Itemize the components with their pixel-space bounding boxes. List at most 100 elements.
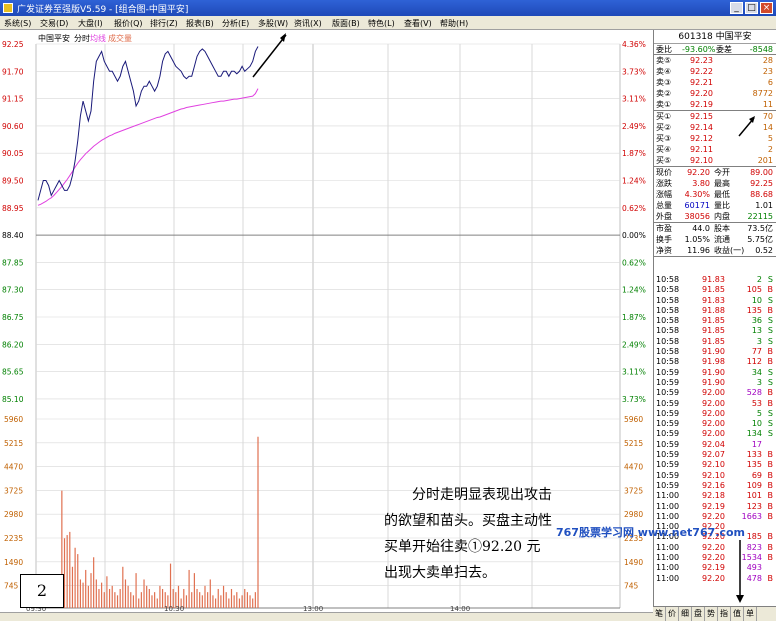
fund-label: 市盈 xyxy=(656,224,672,233)
bid-price: 92.11 xyxy=(690,145,713,154)
tick-time: 11:00 xyxy=(656,501,680,511)
tick-price: 91.90 xyxy=(702,377,725,387)
chart-mode-label: 分时 xyxy=(74,33,90,43)
tick-price: 92.16 xyxy=(702,480,725,490)
stat-row: 涨幅 4.30% 最低 88.68 xyxy=(654,189,776,200)
menu-system[interactable]: 系统(S) xyxy=(4,18,31,29)
tick-side: B xyxy=(767,398,774,408)
tick-volume: 10 xyxy=(751,419,762,429)
chart-vol-label: 成交量 xyxy=(108,33,132,43)
tick-time: 11:00 xyxy=(656,573,680,583)
tick-side: B xyxy=(767,511,774,521)
price-tick-label: 92.25 xyxy=(2,40,24,49)
ask-volume: 11 xyxy=(762,100,773,109)
tick-price: 92.19 xyxy=(702,501,725,511)
tick-time: 10:59 xyxy=(656,480,680,490)
tick-side: B xyxy=(767,470,774,480)
bottom-tab-1[interactable]: 价 xyxy=(666,607,679,621)
tick-volume: 123 xyxy=(746,501,762,511)
tick-time: 11:00 xyxy=(656,542,680,552)
price-tick-label: 88.95 xyxy=(2,204,24,213)
menu-quote[interactable]: 报价(Q) xyxy=(114,18,143,29)
bottom-tab-0[interactable]: 笔 xyxy=(653,607,666,621)
price-tick-label: 91.15 xyxy=(2,95,24,104)
bottom-tabs: 笔价细盘势指值单 xyxy=(653,606,776,621)
time-tick-label: 13:00 xyxy=(303,605,323,612)
tick-time: 10:59 xyxy=(656,408,680,418)
tick-time: 10:58 xyxy=(656,336,680,346)
tick-row: 10:59 92.10 69 B xyxy=(654,471,776,481)
fund-label-2: 流通 xyxy=(714,235,730,244)
tick-volume: 10 xyxy=(751,295,762,305)
tick-row: 11:00 92.20 823 B xyxy=(654,543,776,553)
bid-volume: 201 xyxy=(757,156,773,165)
vol-tick-label: 5960 xyxy=(4,415,23,424)
ask-label: 卖① xyxy=(656,100,672,109)
menu-trade[interactable]: 交易(D) xyxy=(40,18,68,29)
menu-layout[interactable]: 版面(B) xyxy=(332,18,360,29)
fund-row: 净资 11.96 收益(一) 0.52 xyxy=(654,245,776,256)
maximize-button[interactable]: □ xyxy=(745,2,758,14)
bid-row: 买④ 92.11 2 xyxy=(654,144,776,155)
fundamentals-block: 市盈 44.0 股本 73.5亿 换手 1.05% 流通 5.75亿 净资 11.96 收益(一) 0… xyxy=(654,223,776,256)
bottom-tab-6[interactable]: 值 xyxy=(731,607,744,621)
bottom-tab-5[interactable]: 指 xyxy=(718,607,731,621)
vol-tick-label-right: 5960 xyxy=(624,415,643,424)
bottom-tab-2[interactable]: 细 xyxy=(679,607,692,621)
ask-row: 卖① 92.19 11 xyxy=(654,99,776,110)
menu-feature[interactable]: 特色(L) xyxy=(368,18,395,29)
menu-report[interactable]: 报表(B) xyxy=(186,18,214,29)
price-tick-label: 86.20 xyxy=(2,340,24,349)
stat-label-2: 最低 xyxy=(714,190,730,199)
tick-price: 91.88 xyxy=(702,305,725,315)
tick-row: 10:58 91.85 13 S xyxy=(654,326,776,336)
menu-multi[interactable]: 多股(W) xyxy=(258,18,288,29)
tick-side: S xyxy=(767,419,773,429)
bottom-tab-7[interactable]: 单 xyxy=(744,607,757,621)
stat-value: 38056 xyxy=(684,212,710,221)
bid-price: 92.14 xyxy=(690,123,713,132)
tick-row: 11:00 92.19 123 B xyxy=(654,502,776,512)
menu-analysis[interactable]: 分析(E) xyxy=(222,18,249,29)
fund-label: 换手 xyxy=(656,235,672,244)
time-tick-label: 10:30 xyxy=(164,605,184,612)
tick-price: 92.07 xyxy=(702,450,725,460)
fund-label-2: 收益(一) xyxy=(714,246,745,255)
tick-time: 10:59 xyxy=(656,429,680,439)
tick-time: 10:59 xyxy=(656,460,680,470)
price-tick-label: 90.05 xyxy=(2,149,24,158)
price-tick-label: 89.50 xyxy=(2,177,24,186)
tick-price: 92.00 xyxy=(702,398,725,408)
tick-price: 91.85 xyxy=(702,336,725,346)
tick-volume: 493 xyxy=(746,563,762,573)
stat-label: 涨幅 xyxy=(656,190,672,199)
price-tick-label: 87.85 xyxy=(2,258,24,267)
tick-row: 10:58 91.98 112 B xyxy=(654,357,776,367)
annotation-line-1: 分时走明显表现出攻击 xyxy=(412,487,552,503)
minimize-button[interactable]: _ xyxy=(730,2,743,14)
bottom-tab-4[interactable]: 势 xyxy=(705,607,718,621)
tick-volume: 3 xyxy=(756,336,762,346)
tick-side: S xyxy=(767,429,773,439)
tick-row: 10:58 91.90 77 B xyxy=(654,347,776,357)
tick-price: 92.00 xyxy=(702,429,725,439)
tick-side: B xyxy=(767,480,774,490)
menu-help[interactable]: 帮助(H) xyxy=(440,18,468,29)
menu-view[interactable]: 查看(V) xyxy=(404,18,432,29)
close-button[interactable]: × xyxy=(760,2,773,14)
tick-side: S xyxy=(767,367,773,377)
tick-row: 11:00 92.19 493 xyxy=(654,563,776,573)
ask-price: 92.22 xyxy=(690,67,713,76)
stat-value: 4.30% xyxy=(684,190,710,199)
menu-news[interactable]: 资讯(X) xyxy=(294,18,322,29)
pct-tick-label: 1.87% xyxy=(622,313,646,322)
stock-code-name: 601318 中国平安 xyxy=(654,30,776,44)
tick-volume: 135 xyxy=(746,460,762,470)
tick-row: 10:59 92.00 528 B xyxy=(654,388,776,398)
bottom-tab-3[interactable]: 盘 xyxy=(692,607,705,621)
pct-tick-label: 3.11% xyxy=(622,368,646,377)
bid-price: 92.15 xyxy=(690,112,713,121)
menu-market[interactable]: 大盘(I) xyxy=(78,18,103,29)
menu-rank[interactable]: 排行(Z) xyxy=(150,18,178,29)
fund-value-2: 0.52 xyxy=(755,246,773,255)
